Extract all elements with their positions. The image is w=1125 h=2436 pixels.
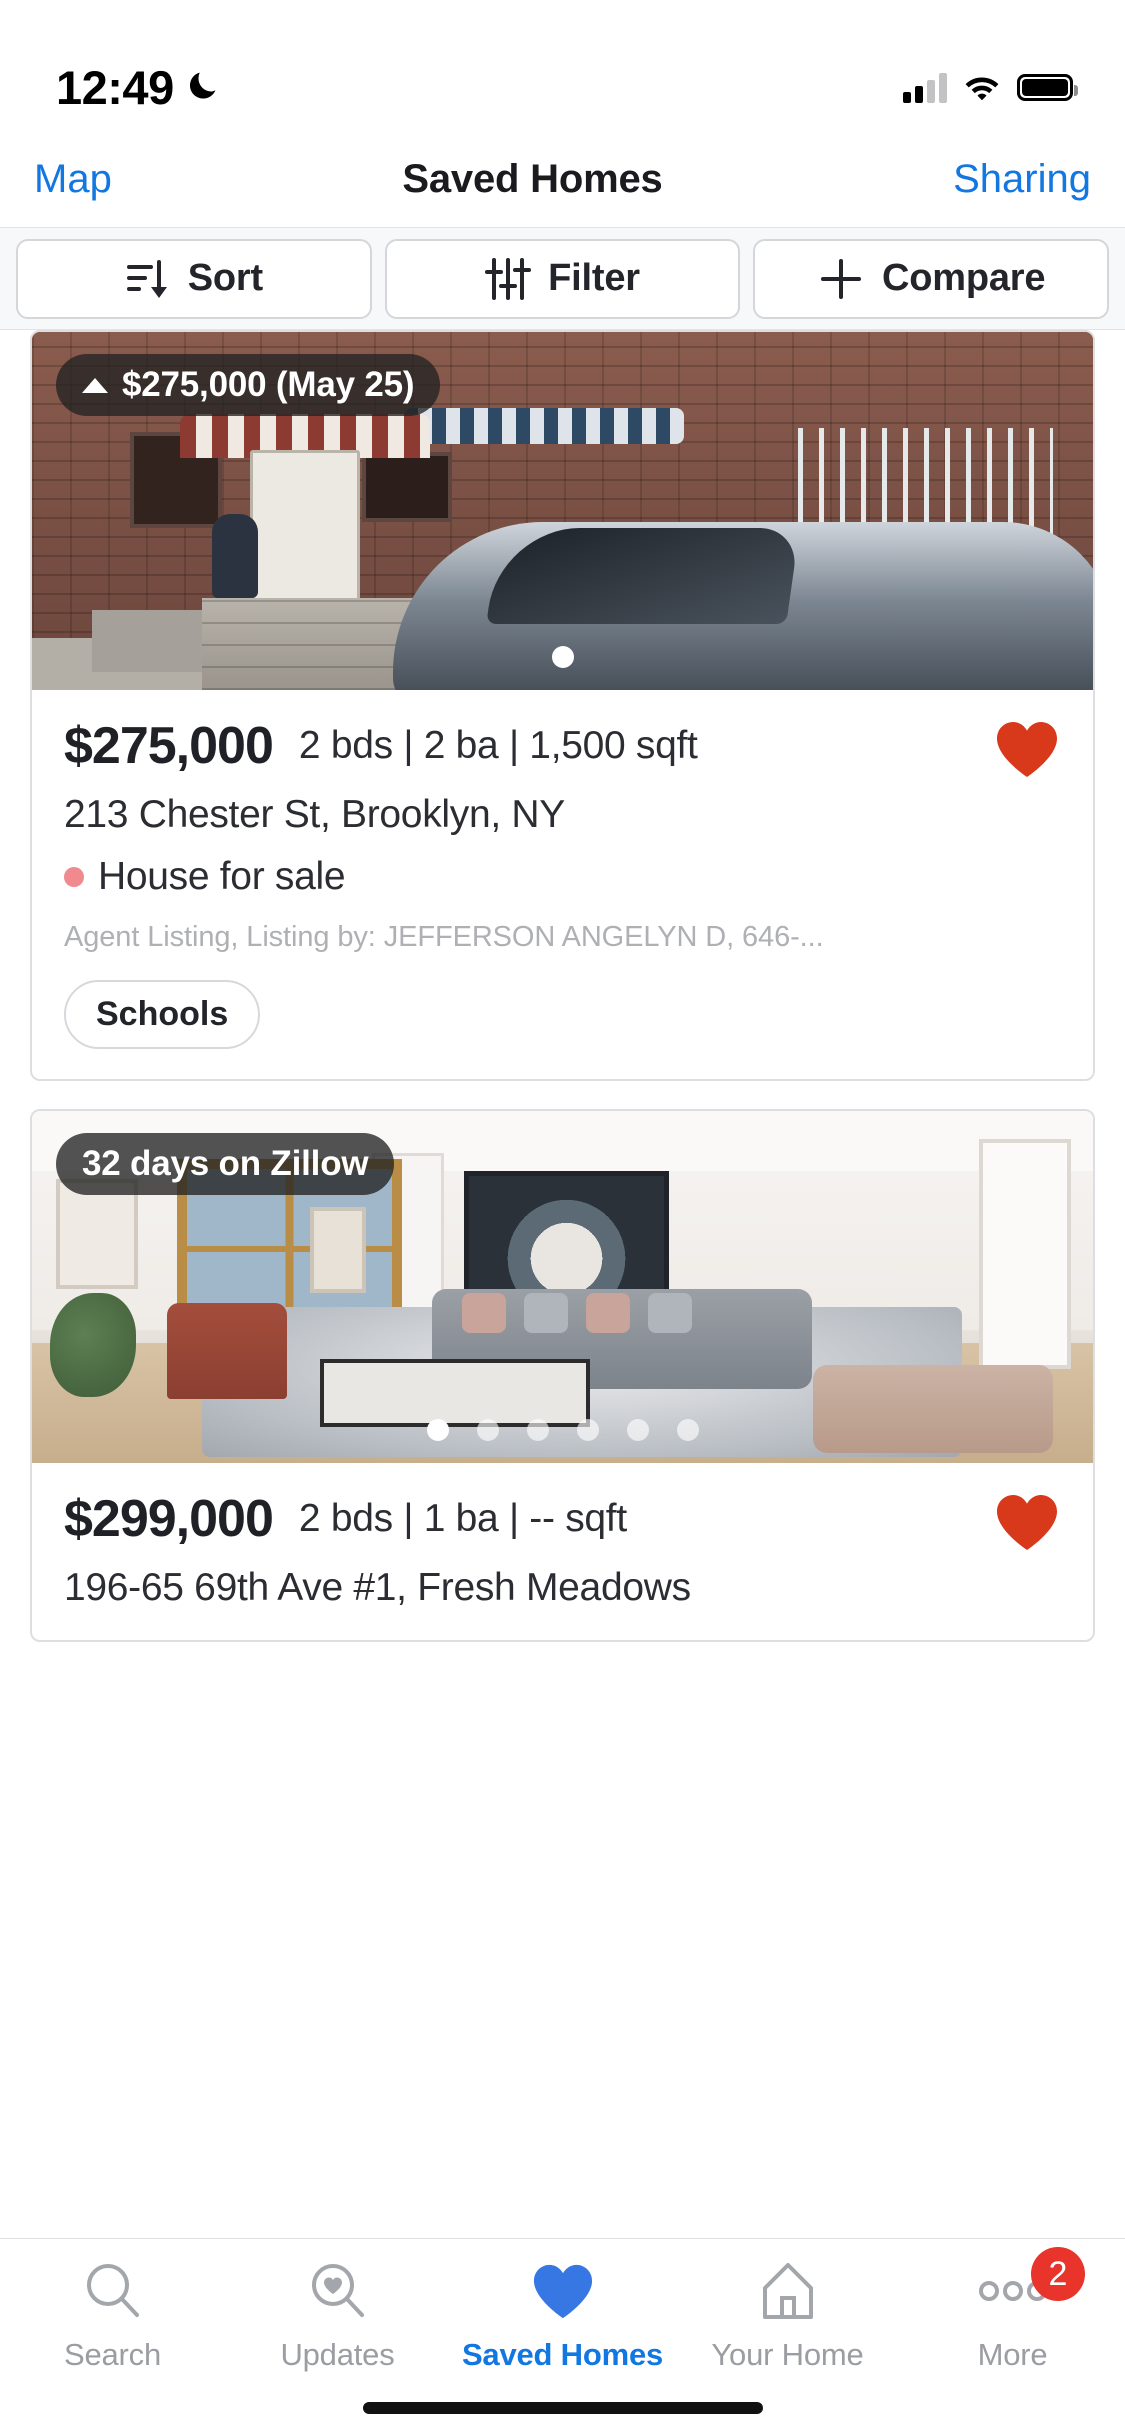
photo-art [486,528,800,624]
tab-more[interactable]: 2 More [900,2247,1125,2436]
favorite-heart-icon[interactable] [995,1493,1059,1556]
listing-agent: Agent Listing, Listing by: JEFFERSON ANG… [64,921,824,953]
carousel-dot[interactable] [526,1419,549,1441]
listing-status: House for sale [64,855,1061,899]
photo-art [524,1293,568,1333]
carousel-dot[interactable] [551,646,574,668]
listing-info: $299,000 2 bds | 1 ba | -- sqft 196-65 6… [32,1463,1093,1640]
listing-info: $275,000 2 bds | 2 ba | 1,500 sqft 213 C… [32,690,1093,1079]
tab-search-label: Search [63,2337,162,2372]
carousel-dot[interactable] [676,1419,699,1441]
price-change-badge-label: $275,000 (May 25) [122,365,415,404]
photo-art [979,1139,1071,1369]
listing-chip-row: Schools [64,980,1061,1049]
listing-price: $275,000 [64,717,274,775]
photo-art [167,1303,287,1399]
days-on-market-label: 32 days on Zillow [82,1144,369,1183]
wifi-icon [963,72,1001,102]
status-time: 12:49 [56,60,174,114]
compare-button-label: Compare [882,257,1046,299]
filter-button[interactable]: Filter [384,238,741,319]
carousel-dot[interactable] [476,1419,499,1441]
carousel-dot[interactable] [626,1419,649,1441]
plus-icon [817,255,865,303]
tab-your-home-label: Your Home [711,2337,864,2372]
nav-bar: Map Saved Homes Sharing [0,132,1125,228]
photo-art [464,1171,669,1299]
status-dot-icon [64,867,84,887]
triangle-up-icon [82,377,108,393]
photo-art [362,452,452,522]
photo-art [320,1359,590,1427]
page-title: Saved Homes [402,157,663,201]
house-icon [757,2257,819,2325]
photo-art [586,1293,630,1333]
tab-saved-homes-label: Saved Homes [461,2337,664,2372]
home-indicator [362,2402,763,2414]
photo-art [648,1293,692,1333]
cellular-bars-icon [903,71,947,103]
sort-button[interactable]: Sort [16,238,372,319]
carousel-dot[interactable] [426,1419,449,1441]
moon-icon [186,70,220,104]
sort-descending-icon [125,256,171,302]
listing-facts: 2 bds | 1 ba | -- sqft [298,1497,627,1540]
price-change-badge: $275,000 (May 25) [56,354,441,416]
photo-art [50,1293,136,1397]
favorite-heart-icon[interactable] [995,720,1059,783]
status-bar-right [903,71,1078,103]
status-bar-left: 12:49 [56,60,220,115]
schools-chip[interactable]: Schools [64,980,261,1049]
tab-more-label: More [977,2337,1048,2372]
search-icon [82,2257,144,2325]
status-bar: 12:49 [0,0,1125,132]
compare-button[interactable]: Compare [753,238,1110,319]
sharing-link[interactable]: Sharing [953,157,1091,202]
carousel-dot[interactable] [576,1419,599,1441]
listing-photo[interactable]: $275,000 (May 25) [32,332,1093,690]
photo-art [404,408,684,444]
listing-card[interactable]: $275,000 (May 25) $275,000 2 bds | 2 ba … [30,330,1095,1081]
photo-art [56,1179,138,1289]
photo-art [462,1293,506,1333]
tab-search[interactable]: Search [0,2257,225,2436]
saved-homes-list[interactable]: $275,000 (May 25) $275,000 2 bds | 2 ba … [0,330,1125,2238]
listing-address: 213 Chester St, Brooklyn, NY [64,793,565,836]
heart-icon [532,2257,594,2325]
filter-sliders-icon [485,256,532,302]
more-badge-count: 2 [1031,2247,1085,2301]
photo-art [212,514,258,598]
filter-button-label: Filter [548,257,640,299]
search-heart-icon [307,2257,369,2325]
filter-toolbar: Sort Filter Compare [0,228,1125,330]
bottom-tab-bar: Search Updates Saved Homes Your Home 2 M… [0,2238,1125,2436]
days-on-market-badge: 32 days on Zillow [56,1133,395,1195]
listing-photo[interactable]: 32 days on Zillow [32,1111,1093,1463]
listing-card[interactable]: 32 days on Zillow $299,000 2 bds | 1 ba … [30,1109,1095,1642]
listing-address: 196-65 69th Ave #1, Fresh Meadows [64,1566,691,1609]
photo-carousel-dots[interactable] [32,1419,1093,1441]
photo-carousel-dots[interactable] [32,646,1093,668]
tab-updates-label: Updates [280,2337,395,2372]
listing-price-row: $299,000 2 bds | 1 ba | -- sqft [64,1489,1061,1549]
battery-icon [1017,73,1078,101]
listing-price-row: $275,000 2 bds | 2 ba | 1,500 sqft [64,716,1061,776]
listing-status-label: House for sale [98,855,346,898]
photo-art [310,1207,366,1293]
listing-price: $299,000 [64,1490,274,1548]
listing-facts: 2 bds | 2 ba | 1,500 sqft [298,724,698,767]
sort-button-label: Sort [187,257,263,299]
map-link[interactable]: Map [34,157,112,202]
